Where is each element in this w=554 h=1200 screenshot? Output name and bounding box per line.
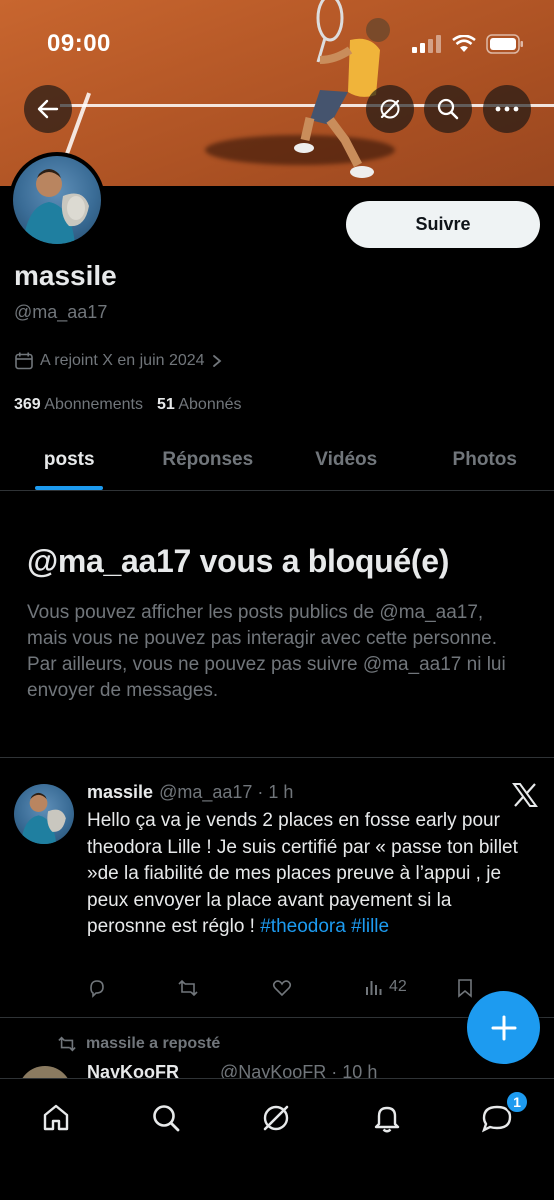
following-label: Abonnements xyxy=(44,396,143,413)
tab-label: Réponses xyxy=(162,449,254,470)
grok-icon xyxy=(380,99,400,119)
post-text[interactable]: Hello ça va je vends 2 places en fosse e… xyxy=(87,808,532,941)
search-icon xyxy=(437,98,459,120)
profile-tabs: posts Réponses Vidéos Photos xyxy=(0,430,554,490)
following-link[interactable]: 369 Abonnements xyxy=(14,396,143,414)
analytics-icon xyxy=(366,981,382,995)
search-button[interactable] xyxy=(424,85,472,133)
blocked-text: Vous pouvez afficher les posts publics d… xyxy=(27,602,506,701)
status-bar: 09:00 xyxy=(0,0,554,90)
nav-home[interactable] xyxy=(31,1093,81,1143)
follow-stats: 369 Abonnements 51 Abonnés xyxy=(14,396,242,414)
followers-label: Abonnés xyxy=(178,396,242,413)
battery-icon xyxy=(486,34,523,54)
post-header: massile @ma_aa17 · 1 h xyxy=(87,782,293,803)
more-button[interactable] xyxy=(483,85,531,133)
tab-label: posts xyxy=(43,449,95,470)
bookmark-icon xyxy=(458,979,472,998)
messages-badge: 1 xyxy=(505,1090,529,1114)
joined-text: A rejoint X en juin 2024 xyxy=(40,352,205,369)
post-avatar[interactable] xyxy=(18,1066,72,1078)
back-button[interactable] xyxy=(24,85,72,133)
post-meta: @NayKooFR · 10 h xyxy=(220,1062,378,1078)
reply-button[interactable] xyxy=(87,978,107,998)
chevron-right-icon xyxy=(212,355,221,367)
heart-icon xyxy=(272,980,292,997)
post-meta: @ma_aa17 · 1 h xyxy=(159,782,294,802)
calendar-icon xyxy=(15,352,33,370)
post-author-name[interactable]: massile xyxy=(87,782,153,803)
tabs-divider xyxy=(0,490,554,491)
bottom-nav xyxy=(0,1078,554,1200)
hashtag-link[interactable]: #theodora xyxy=(260,916,346,937)
home-icon xyxy=(43,1104,69,1131)
reply-icon xyxy=(90,980,104,998)
repost-indicator: massile a reposté xyxy=(56,1035,220,1053)
reposted-label: massile a reposté xyxy=(86,1035,221,1052)
followers-link[interactable]: 51 Abonnés xyxy=(157,396,242,414)
display-name: massile xyxy=(14,260,117,291)
post-avatar[interactable] xyxy=(14,784,74,844)
following-count: 369 xyxy=(14,396,41,413)
next-post-partial[interactable]: NayKooFR @NayKooFR · 10 h xyxy=(0,1060,554,1078)
profile-avatar[interactable] xyxy=(9,152,105,248)
wifi-icon xyxy=(452,35,476,52)
views-button[interactable]: 42 xyxy=(365,978,407,996)
signal-icon xyxy=(412,35,441,53)
status-icons xyxy=(412,34,524,54)
nav-grok[interactable] xyxy=(251,1093,301,1143)
avatar-image xyxy=(23,169,89,244)
more-icon xyxy=(495,106,519,112)
hashtag-link[interactable]: #lille xyxy=(351,916,389,937)
x-logo-icon xyxy=(512,783,538,807)
repost-button[interactable] xyxy=(177,978,199,998)
notifications-icon xyxy=(374,1106,400,1133)
post-author-name[interactable]: NayKooFR xyxy=(87,1062,179,1078)
like-button[interactable] xyxy=(272,978,292,998)
post-actions: 42 xyxy=(87,978,527,1004)
plus-icon xyxy=(491,1015,516,1040)
tab-label: Photos xyxy=(452,449,517,470)
tab-posts[interactable]: posts xyxy=(0,430,139,490)
follow-button[interactable]: Suivre xyxy=(346,201,540,248)
joined-date[interactable]: A rejoint X en juin 2024 xyxy=(14,351,223,371)
nav-search[interactable] xyxy=(141,1093,191,1143)
tab-replies[interactable]: Réponses xyxy=(139,430,278,490)
avatar-image xyxy=(20,792,66,844)
search-icon xyxy=(153,1105,180,1132)
repost-icon xyxy=(178,979,198,997)
status-time: 09:00 xyxy=(47,30,111,57)
grok-button[interactable] xyxy=(366,85,414,133)
bookmark-button[interactable] xyxy=(457,978,473,998)
grok-icon xyxy=(263,1105,289,1131)
compose-button[interactable] xyxy=(467,991,540,1064)
blocked-title: @ma_aa17 vous a bloqué(e) xyxy=(27,543,450,579)
tab-photos[interactable]: Photos xyxy=(416,430,554,490)
tab-videos[interactable]: Vidéos xyxy=(277,430,416,490)
section-divider xyxy=(0,757,554,758)
nav-notifications[interactable] xyxy=(362,1093,412,1143)
repost-icon xyxy=(58,1036,76,1052)
profile-handle: @ma_aa17 xyxy=(14,302,108,322)
followers-count: 51 xyxy=(157,396,175,413)
arrow-left-icon xyxy=(37,99,59,119)
views-count: 42 xyxy=(389,978,407,995)
tab-label: Vidéos xyxy=(315,449,378,470)
